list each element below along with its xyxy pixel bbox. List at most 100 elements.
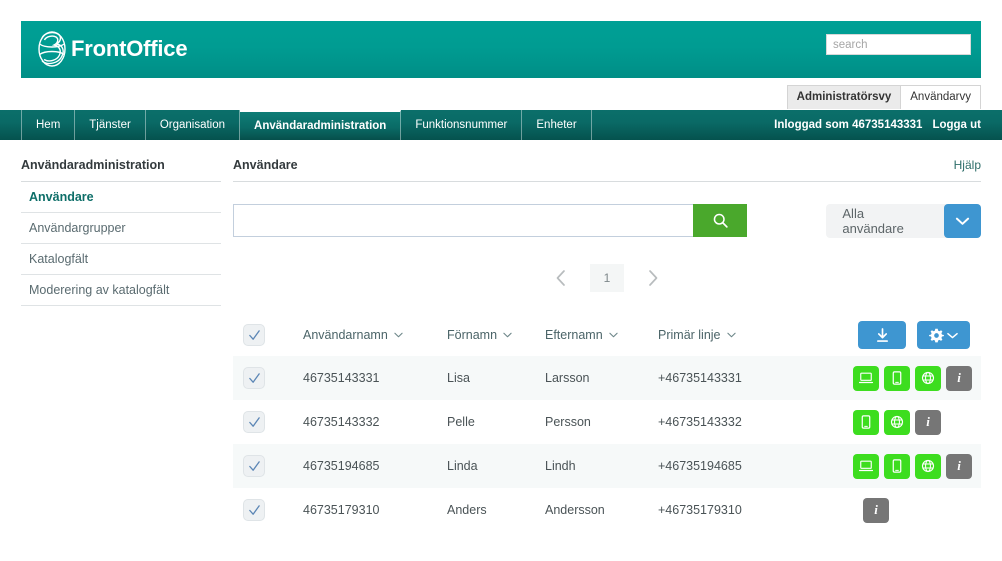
cell-username: 46735179310 — [303, 503, 380, 517]
column-header-username[interactable]: Användarnamn — [303, 326, 447, 344]
tab-administrator-view[interactable]: Administratörsvy — [787, 86, 902, 109]
cell-username: 46735143332 — [303, 415, 380, 429]
check-icon — [248, 372, 260, 383]
chevron-left-icon — [556, 270, 565, 286]
web-status-button[interactable] — [884, 409, 910, 435]
table-row[interactable]: 46735143331 Lisa Larsson +46735143331 i — [233, 356, 981, 400]
pagination-page-1[interactable]: 1 — [590, 264, 624, 292]
cell-primary-line: +46735143331 — [658, 371, 742, 385]
user-search-input[interactable] — [233, 204, 694, 237]
info-icon: i — [926, 414, 930, 429]
info-icon: i — [874, 502, 878, 517]
mobile-status-button[interactable] — [884, 453, 910, 479]
global-search-input[interactable] — [826, 34, 971, 55]
row-status-icons: i — [853, 365, 1002, 391]
sidebar-item-katalogfalt[interactable]: Katalogfält — [21, 244, 221, 275]
brand-name: FrontOffice — [71, 36, 188, 61]
user-filter[interactable]: Alla användare — [826, 204, 981, 238]
pagination-prev-button[interactable] — [548, 265, 574, 291]
check-icon — [248, 416, 260, 427]
row-checkbox[interactable] — [243, 411, 265, 433]
mobile-icon — [892, 459, 902, 473]
mobile-status-button[interactable] — [884, 365, 910, 391]
nav-item-funktionsnummer[interactable]: Funktionsnummer — [401, 110, 523, 140]
cell-firstname: Anders — [447, 503, 487, 517]
check-icon — [248, 329, 260, 340]
row-select-cell — [243, 411, 303, 433]
column-header-primary-line-label: Primär linje — [658, 328, 721, 342]
chevron-down-icon — [955, 217, 969, 225]
main-header: Användare Hjälp — [233, 158, 981, 182]
web-status-button[interactable] — [915, 365, 941, 391]
three-logo-icon — [38, 31, 66, 67]
chevron-down-icon — [947, 332, 958, 338]
select-all-checkbox[interactable] — [243, 324, 265, 346]
page-title: Användare — [233, 158, 298, 172]
desktop-icon — [859, 460, 873, 472]
tab-user-view[interactable]: Användarvy — [901, 86, 980, 109]
column-header-primary-line[interactable]: Primär linje — [658, 326, 853, 344]
table-row[interactable]: 46735194685 Linda Lindh +46735194685 i — [233, 444, 981, 488]
search-filter-row: Alla användare — [233, 204, 981, 238]
cell-firstname: Lisa — [447, 371, 470, 385]
cell-firstname: Linda — [447, 459, 478, 473]
column-header-lastname-label: Efternamn — [545, 328, 603, 342]
brand-logo: FrontOffice — [35, 29, 188, 69]
sidebar-item-moderering-av-katalogfalt[interactable]: Moderering av katalogfält — [21, 275, 221, 306]
cell-primary-line: +46735143332 — [658, 415, 742, 429]
mobile-icon — [861, 415, 871, 429]
row-checkbox[interactable] — [243, 455, 265, 477]
cell-lastname: Lindh — [545, 459, 576, 473]
logout-link[interactable]: Logga ut — [932, 119, 981, 131]
info-icon: i — [957, 458, 961, 473]
nav-item-enheter[interactable]: Enheter — [522, 110, 592, 140]
desktop-status-button[interactable] — [853, 365, 879, 391]
cell-primary-line: +46735194685 — [658, 459, 742, 473]
chevron-down-icon — [609, 332, 618, 338]
gear-icon — [929, 328, 944, 342]
column-header-firstname-label: Förnamn — [447, 328, 498, 342]
nav-account-area: Inloggad som 46735143331 Logga ut — [774, 110, 1002, 140]
nav-item-hem[interactable]: Hem — [21, 110, 76, 140]
help-link[interactable]: Hjälp — [954, 158, 981, 172]
row-status-icons: i — [853, 453, 1002, 479]
cell-primary-line: +46735179310 — [658, 503, 742, 517]
main-panel: Användare Hjälp Alla användare 1 Använda… — [233, 158, 981, 532]
nav-item-organisation[interactable]: Organisation — [146, 110, 241, 140]
sidebar-item-anvandargrupper[interactable]: Användargrupper — [21, 213, 221, 244]
info-button[interactable]: i — [946, 453, 972, 479]
user-filter-dropdown-button[interactable] — [943, 204, 981, 238]
nav-item-tjanster[interactable]: Tjänster — [75, 110, 146, 140]
user-search-button[interactable] — [693, 204, 748, 237]
desktop-status-button[interactable] — [853, 453, 879, 479]
cell-lastname: Andersson — [545, 503, 605, 517]
row-select-cell — [243, 499, 303, 521]
pagination-next-button[interactable] — [640, 265, 666, 291]
cell-firstname: Pelle — [447, 415, 475, 429]
info-button[interactable]: i — [946, 365, 972, 391]
info-button[interactable]: i — [863, 497, 889, 523]
settings-button[interactable] — [917, 321, 970, 349]
cell-username: 46735143331 — [303, 371, 380, 385]
row-checkbox[interactable] — [243, 499, 265, 521]
mobile-status-button[interactable] — [853, 409, 879, 435]
cell-lastname: Larsson — [545, 371, 590, 385]
column-header-firstname[interactable]: Förnamn — [447, 326, 545, 344]
chevron-down-icon — [503, 332, 512, 338]
info-button[interactable]: i — [915, 409, 941, 435]
user-filter-label: Alla användare — [842, 206, 904, 236]
table-row[interactable]: 46735179310 Anders Andersson +4673517931… — [233, 488, 981, 532]
logged-in-label: Inloggad som 46735143331 — [774, 119, 923, 131]
download-icon — [876, 327, 888, 342]
table-toolbar — [853, 321, 981, 349]
web-status-button[interactable] — [915, 453, 941, 479]
web-icon — [921, 371, 935, 385]
sidebar-item-anvandare[interactable]: Användare — [21, 182, 221, 213]
sidebar: Användaradministration Användare Använda… — [21, 158, 221, 306]
row-checkbox[interactable] — [243, 367, 265, 389]
download-button[interactable] — [858, 321, 906, 349]
header-select-all-cell — [243, 324, 303, 346]
table-row[interactable]: 46735143332 Pelle Persson +46735143332 i — [233, 400, 981, 444]
column-header-lastname[interactable]: Efternamn — [545, 326, 658, 344]
nav-item-anvandaradministration[interactable]: Användaradministration — [240, 110, 402, 140]
